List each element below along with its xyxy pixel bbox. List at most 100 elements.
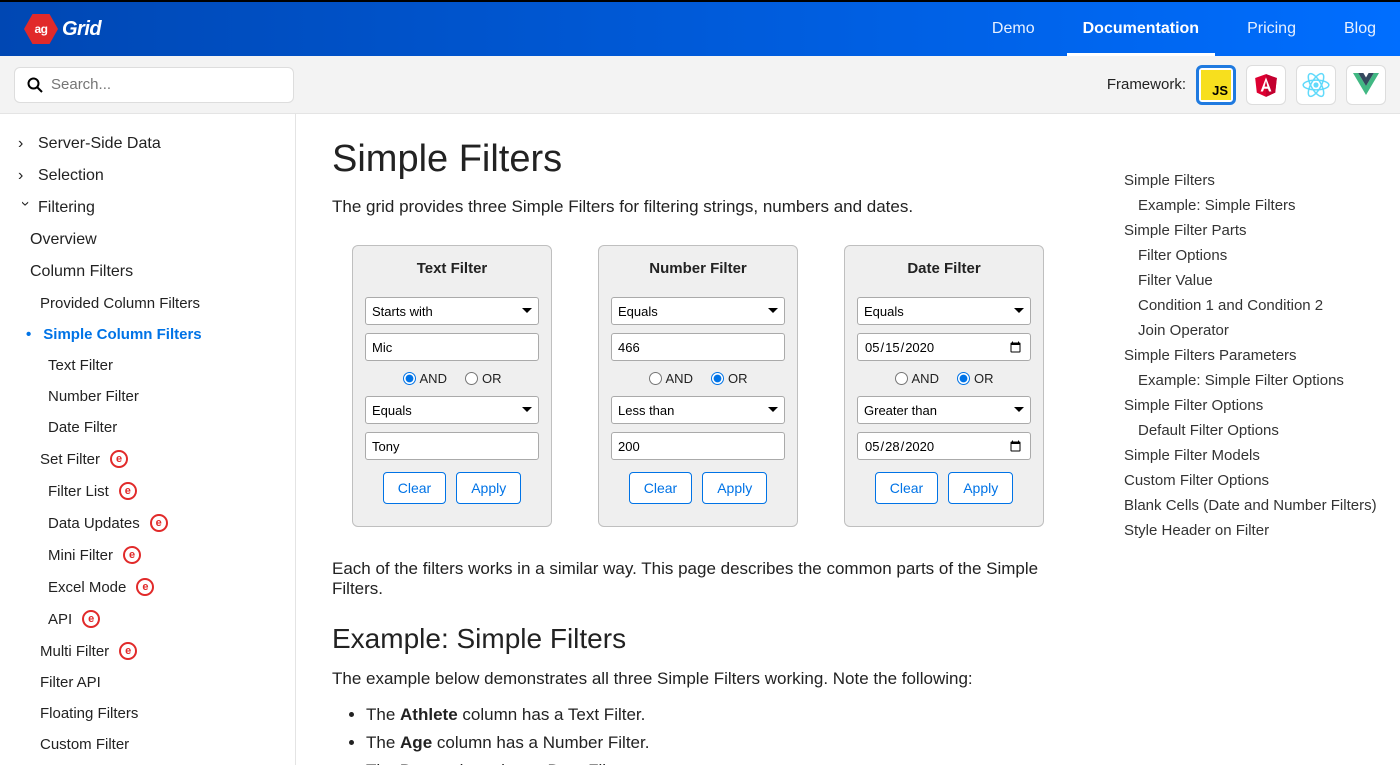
sidebar-column-filters[interactable]: Column Filters [0,256,295,288]
framework-label: Framework: [1107,76,1186,93]
framework-react[interactable] [1296,65,1336,105]
main-content: Simple Filters The grid provides three S… [296,114,1100,765]
date-filter-val2[interactable] [857,432,1031,460]
toc-simple-filters[interactable]: Simple Filters [1124,168,1380,193]
number-filter-and[interactable]: AND [649,371,693,386]
page-intro: The grid provides three Simple Filters f… [332,197,1060,217]
enterprise-badge-icon: e [123,546,141,564]
sidebar-filter-api[interactable]: Filter API [0,667,295,698]
text-filter-and[interactable]: AND [403,371,447,386]
example-heading: Example: Simple Filters [332,623,1060,655]
chevron-right-icon: › [18,167,32,185]
toc-filter-options[interactable]: Filter Options [1124,243,1380,268]
toc-filter-value[interactable]: Filter Value [1124,268,1380,293]
framework-vue[interactable] [1346,65,1386,105]
text-filter-val1[interactable] [365,333,539,361]
text-filter-op1[interactable]: Starts with [365,297,539,325]
nav-documentation[interactable]: Documentation [1083,2,1199,56]
filter-examples-row: Text Filter Starts with AND OR Equals Cl… [332,245,1060,527]
toc-example-simple-filters[interactable]: Example: Simple Filters [1124,193,1380,218]
number-filter-op1[interactable]: Equals [611,297,785,325]
framework-selector: Framework: JS [1107,65,1386,105]
sidebar-set-filter[interactable]: Set Filtere [0,443,295,475]
sidebar-server-side-data[interactable]: ›Server-Side Data [0,128,295,160]
nav-demo[interactable]: Demo [992,2,1035,56]
nav-pricing[interactable]: Pricing [1247,2,1296,56]
date-filter-op1[interactable]: Equals [857,297,1031,325]
number-filter-val1[interactable] [611,333,785,361]
number-filter-join: AND OR [611,369,785,388]
text-filter-op2[interactable]: Equals [365,396,539,424]
text-filter-card: Text Filter Starts with AND OR Equals Cl… [352,245,552,527]
bullet-date: The Date column has a Date Filter. [366,761,1060,765]
enterprise-badge-icon: e [150,514,168,532]
sidebar-floating-filters[interactable]: Floating Filters [0,698,295,729]
number-filter-card: Number Filter Equals AND OR Less than Cl… [598,245,798,527]
vue-icon [1353,73,1379,97]
logo[interactable]: ag Grid [24,14,101,44]
toc-blank-cells[interactable]: Blank Cells (Date and Number Filters) [1124,493,1380,518]
sidebar-filter-list[interactable]: Filter Liste [0,475,295,507]
date-filter-val1[interactable] [857,333,1031,361]
sidebar-external-filter[interactable]: External Filter [0,760,295,765]
toc-custom-filter-options[interactable]: Custom Filter Options [1124,468,1380,493]
text-filter-val2[interactable] [365,432,539,460]
sidebar-api[interactable]: APIe [0,603,295,635]
number-filter-or[interactable]: OR [711,371,748,386]
react-icon [1302,71,1330,99]
date-filter-op2[interactable]: Greater than [857,396,1031,424]
toc-simple-filter-options[interactable]: Simple Filter Options [1124,393,1380,418]
number-filter-clear[interactable]: Clear [629,472,692,504]
nav-blog[interactable]: Blog [1344,2,1376,56]
search-icon [27,77,43,93]
sidebar-multi-filter[interactable]: Multi Filtere [0,635,295,667]
sidebar-date-filter[interactable]: Date Filter [0,412,295,443]
number-filter-val2[interactable] [611,432,785,460]
sidebar-simple-column-filters[interactable]: Simple Column Filters [0,319,295,350]
sidebar-selection[interactable]: ›Selection [0,160,295,192]
logo-text: Grid [62,18,101,41]
text-filter-apply[interactable]: Apply [456,472,521,504]
main-nav: Demo Documentation Pricing Blog [992,2,1376,56]
date-filter-or[interactable]: OR [957,371,994,386]
toc-style-header[interactable]: Style Header on Filter [1124,518,1380,543]
toc-simple-filter-models[interactable]: Simple Filter Models [1124,443,1380,468]
text-filter-or[interactable]: OR [465,371,502,386]
toc-condition-1-2[interactable]: Condition 1 and Condition 2 [1124,293,1380,318]
toc-example-simple-filter-options[interactable]: Example: Simple Filter Options [1124,368,1380,393]
example-intro: The example below demonstrates all three… [332,669,1060,689]
logo-hex-icon: ag [24,14,58,44]
toc-default-filter-options[interactable]: Default Filter Options [1124,418,1380,443]
search-input[interactable] [51,76,281,93]
number-filter-apply[interactable]: Apply [702,472,767,504]
sidebar-custom-filter[interactable]: Custom Filter [0,729,295,760]
number-filter-title: Number Filter [611,256,785,289]
date-filter-apply[interactable]: Apply [948,472,1013,504]
toc-simple-filters-parameters[interactable]: Simple Filters Parameters [1124,343,1380,368]
search-box[interactable] [14,67,294,103]
sidebar-overview[interactable]: Overview [0,224,295,256]
sidebar-text-filter[interactable]: Text Filter [0,350,295,381]
date-filter-and[interactable]: AND [895,371,939,386]
framework-angular[interactable] [1246,65,1286,105]
sidebar-number-filter[interactable]: Number Filter [0,381,295,412]
sidebar-mini-filter[interactable]: Mini Filtere [0,539,295,571]
sub-toolbar: Framework: JS [0,56,1400,114]
enterprise-badge-icon: e [119,642,137,660]
enterprise-badge-icon: e [119,482,137,500]
date-filter-card: Date Filter Equals AND OR Greater than C… [844,245,1044,527]
toc-simple-filter-parts[interactable]: Simple Filter Parts [1124,218,1380,243]
table-of-contents: Simple Filters Example: Simple Filters S… [1100,114,1400,765]
sidebar-data-updates[interactable]: Data Updatese [0,507,295,539]
framework-javascript[interactable]: JS [1196,65,1236,105]
sidebar-provided-column-filters[interactable]: Provided Column Filters [0,288,295,319]
text-filter-clear[interactable]: Clear [383,472,446,504]
sidebar-nav: ›Server-Side Data ›Selection ›Filtering … [0,114,296,765]
number-filter-op2[interactable]: Less than [611,396,785,424]
date-filter-clear[interactable]: Clear [875,472,938,504]
top-navbar: ag Grid Demo Documentation Pricing Blog [0,0,1400,56]
sidebar-excel-mode[interactable]: Excel Modee [0,571,295,603]
chevron-down-icon: › [16,201,34,215]
sidebar-filtering[interactable]: ›Filtering [0,192,295,224]
toc-join-operator[interactable]: Join Operator [1124,318,1380,343]
